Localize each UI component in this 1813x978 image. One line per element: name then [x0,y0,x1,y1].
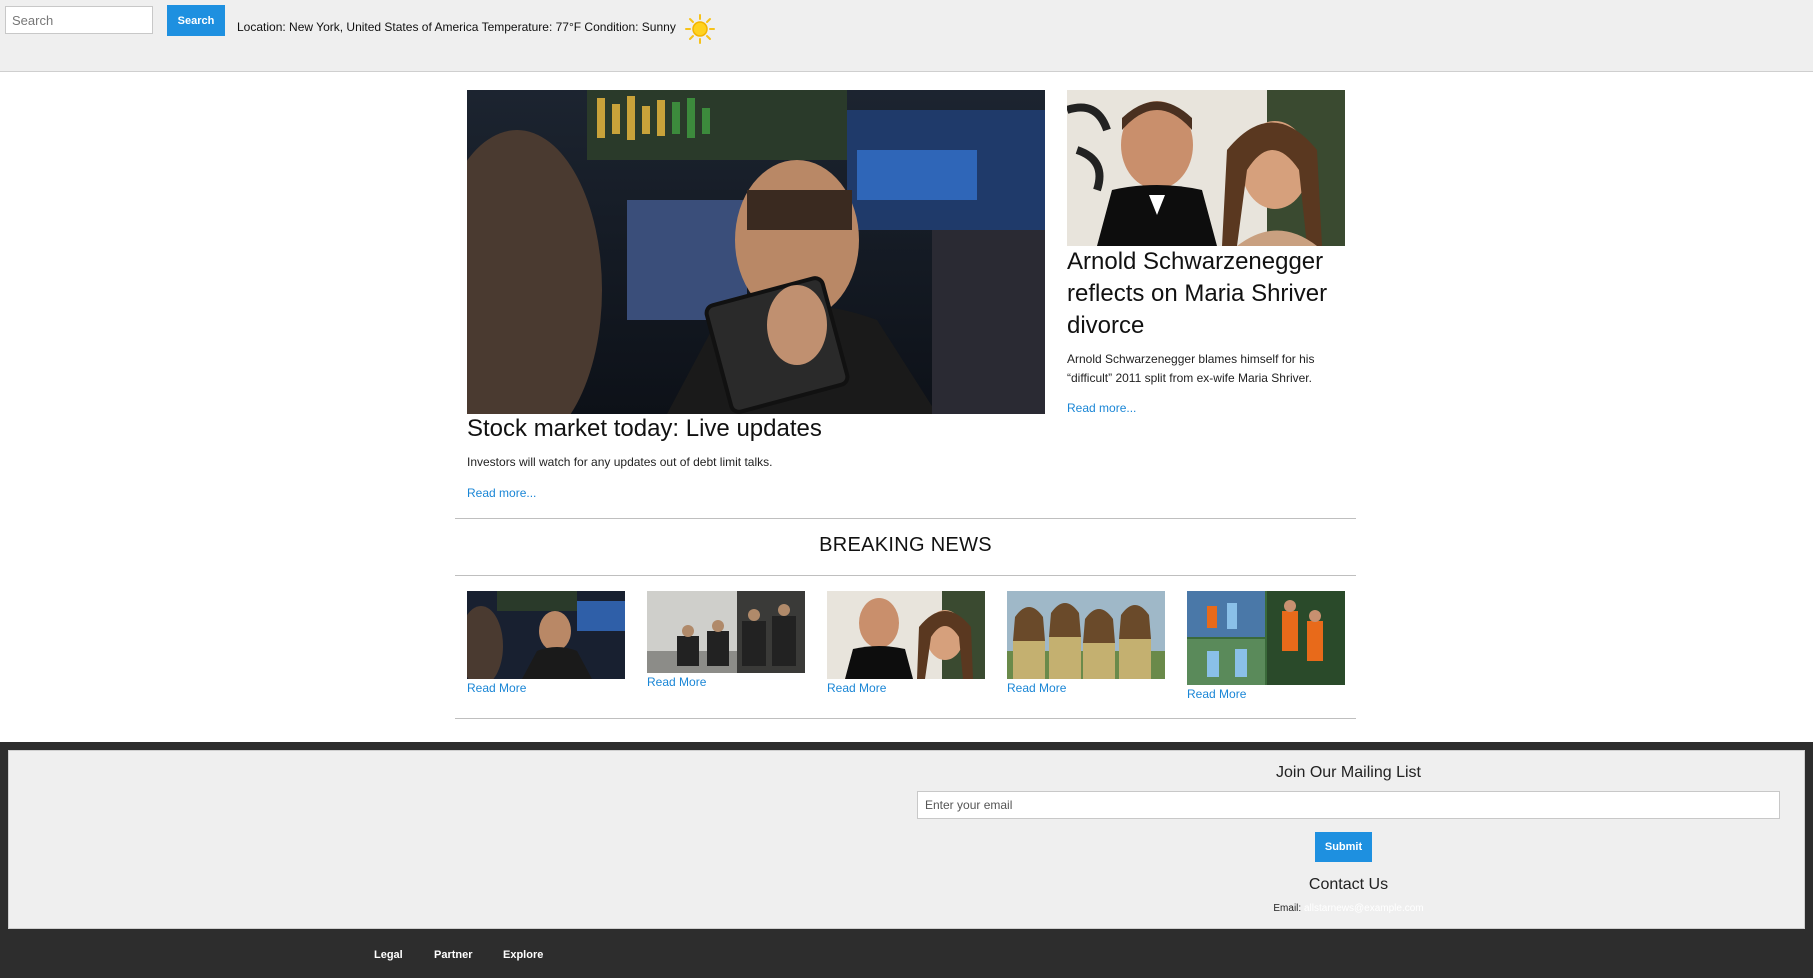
section-divider [455,718,1356,719]
mailing-list-heading: Join Our Mailing List [1276,764,1421,781]
breaking-thumb-4[interactable] [1007,591,1165,679]
breaking-thumb-2[interactable] [647,591,805,673]
sun-icon [685,14,715,44]
main-story-read-more-link[interactable]: Read more... [467,486,536,500]
section-divider [455,575,1356,576]
soccer-collage-thumb [1187,591,1345,685]
couple-thumb [827,591,985,679]
breaking-read-more-4[interactable]: Read More [1007,681,1066,695]
breaking-thumb-1[interactable] [467,591,625,679]
breaking-news-heading: BREAKING NEWS [819,534,992,556]
trading-floor-thumb [467,591,625,679]
side-story-read-more-link[interactable]: Read more... [1067,401,1136,415]
main-story-description: Investors will watch for any updates out… [467,455,773,469]
breaking-thumb-5[interactable] [1187,591,1345,685]
weather-info: Location: New York, United States of Ame… [237,20,676,34]
contact-email-link[interactable]: allstarnews@example.com [1304,903,1424,914]
search-button[interactable]: Search [167,5,225,36]
breaking-read-more-3[interactable]: Read More [827,681,886,695]
side-story-image[interactable] [1067,90,1345,246]
main-story-image[interactable] [467,90,1045,414]
contact-email-line: Email: allstarnews@example.com [917,903,1780,914]
side-story-description: Arnold Schwarzenegger blames himself for… [1067,352,1315,385]
email-label: Email: [1273,903,1302,914]
footer-link-explore[interactable]: Explore [503,949,543,961]
main-story-title[interactable]: Stock market today: Live updates [467,415,822,443]
breaking-read-more-1[interactable]: Read More [467,681,526,695]
email-field[interactable] [917,791,1780,819]
side-story-title[interactable]: Arnold Schwarzenegger reflects on Maria … [1067,246,1345,342]
breaking-thumb-3[interactable] [827,591,985,679]
breaking-read-more-5[interactable]: Read More [1187,687,1246,701]
search-input[interactable] [5,6,153,34]
contact-heading: Contact Us [1308,876,1389,893]
section-divider [455,518,1356,519]
footer-link-partner[interactable]: Partner [434,949,473,961]
group-seated-thumb [647,591,805,673]
top-bar: Search Location: New York, United States… [0,0,1813,72]
trading-floor-photo [467,90,1045,414]
footer-link-legal[interactable]: Legal [374,949,403,961]
women-group-thumb [1007,591,1165,679]
submit-button[interactable]: Submit [1315,832,1372,862]
couple-photo [1067,90,1345,246]
breaking-read-more-2[interactable]: Read More [647,675,706,689]
